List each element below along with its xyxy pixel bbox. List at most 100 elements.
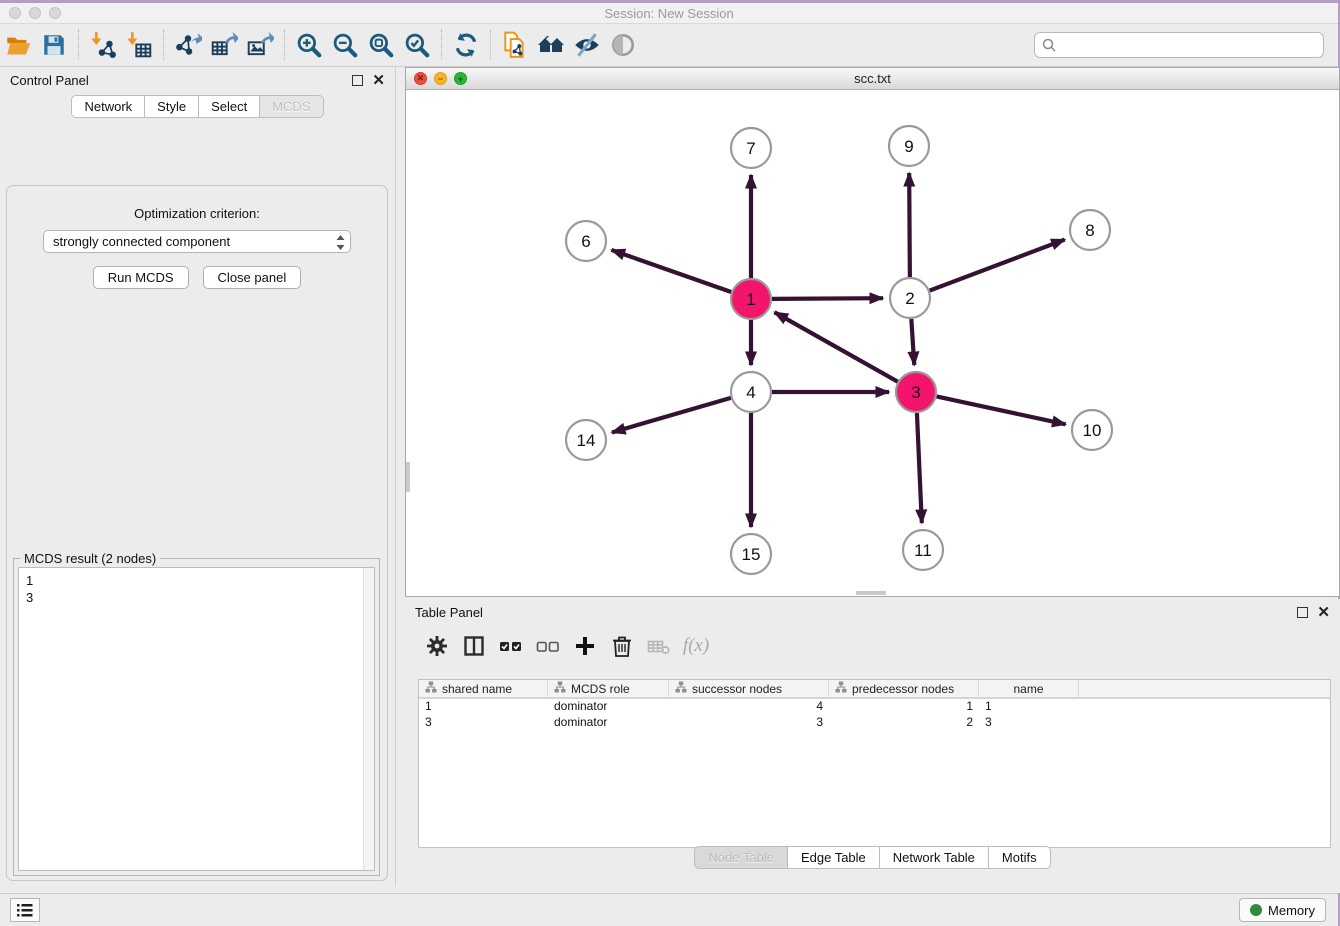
column-header-MCDS-role[interactable]: MCDS role bbox=[548, 680, 669, 697]
save-session-button[interactable] bbox=[36, 28, 72, 62]
search-input[interactable] bbox=[1061, 38, 1311, 53]
delete-column-button[interactable] bbox=[608, 633, 636, 659]
column-header-successor-nodes[interactable]: successor nodes bbox=[669, 680, 829, 697]
zoom-out-button[interactable] bbox=[327, 28, 363, 62]
import-network-icon bbox=[89, 31, 117, 59]
graph-edge-1-6[interactable] bbox=[611, 250, 731, 292]
column-header-label: MCDS role bbox=[571, 682, 630, 696]
close-panel-button-2[interactable]: Close panel bbox=[203, 266, 302, 289]
memory-status-icon bbox=[1250, 904, 1262, 916]
import-network-button[interactable] bbox=[85, 28, 121, 62]
show-all-button[interactable] bbox=[533, 28, 569, 62]
table-row[interactable]: 3dominator323 bbox=[419, 715, 1330, 731]
float-table-panel-button[interactable] bbox=[1297, 607, 1308, 618]
column-header-label: shared name bbox=[442, 682, 512, 696]
column-type-icon bbox=[554, 681, 566, 696]
select-all-button[interactable] bbox=[497, 633, 525, 659]
graph-edge-2-9[interactable] bbox=[909, 173, 910, 277]
table-cell[interactable]: dominator bbox=[548, 715, 669, 731]
table-tab-network-table[interactable]: Network Table bbox=[880, 846, 989, 869]
graph-edge-2-3[interactable] bbox=[911, 319, 914, 365]
import-table-button[interactable] bbox=[121, 28, 157, 62]
open-session-button[interactable] bbox=[0, 28, 36, 62]
graph-edge-3-11[interactable] bbox=[917, 413, 922, 523]
table-cell[interactable]: 1 bbox=[829, 699, 979, 715]
table-cell[interactable]: 4 bbox=[669, 699, 829, 715]
control-tab-mcds[interactable]: MCDS bbox=[260, 95, 323, 118]
table-cell[interactable]: dominator bbox=[548, 699, 669, 715]
criterion-dropdown[interactable]: strongly connected component bbox=[43, 230, 351, 253]
vertical-scrollbar-thumb[interactable] bbox=[406, 462, 410, 492]
toggle-visibility-button[interactable] bbox=[605, 28, 641, 62]
export-image-icon bbox=[246, 31, 274, 59]
close-table-panel-button[interactable]: ✕ bbox=[1317, 607, 1330, 618]
search-icon bbox=[1041, 37, 1057, 53]
graph-node-label-15: 15 bbox=[742, 545, 761, 564]
zoom-selected-button[interactable] bbox=[399, 28, 435, 62]
hide-selected-button[interactable] bbox=[569, 28, 605, 62]
table-tabs: Node TableEdge TableNetwork TableMotifs bbox=[405, 846, 1340, 869]
function-builder-button[interactable]: f(x) bbox=[682, 633, 710, 659]
table-cell[interactable]: 3 bbox=[419, 715, 548, 731]
table-tab-node-table[interactable]: Node Table bbox=[694, 846, 788, 869]
control-tab-network[interactable]: Network bbox=[71, 95, 145, 118]
table-cell[interactable]: 1 bbox=[979, 699, 1079, 715]
zoom-fit-button[interactable] bbox=[363, 28, 399, 62]
zoom-fit-icon bbox=[367, 31, 395, 59]
deselect-all-button[interactable] bbox=[534, 633, 562, 659]
control-tab-select[interactable]: Select bbox=[199, 95, 260, 118]
zoom-in-button[interactable] bbox=[291, 28, 327, 62]
graph-node-label-10: 10 bbox=[1083, 421, 1102, 440]
graph-edge-4-14[interactable] bbox=[612, 398, 731, 433]
column-header-predecessor-nodes[interactable]: predecessor nodes bbox=[829, 680, 979, 697]
table-cell[interactable]: 3 bbox=[669, 715, 829, 731]
graph-edge-3-10[interactable] bbox=[937, 396, 1066, 424]
float-panel-button[interactable] bbox=[352, 75, 363, 86]
table-settings-button[interactable] bbox=[423, 633, 451, 659]
network-window-titlebar[interactable]: ✕ − + scc.txt bbox=[406, 68, 1339, 90]
network-canvas[interactable]: 7968124314101511 bbox=[406, 90, 1339, 596]
graph-edge-1-2[interactable] bbox=[772, 298, 883, 299]
table-cell[interactable]: 2 bbox=[829, 715, 979, 731]
table-cell[interactable]: 3 bbox=[979, 715, 1079, 731]
table-tab-motifs[interactable]: Motifs bbox=[989, 846, 1051, 869]
column-panel-button[interactable] bbox=[460, 633, 488, 659]
columns-icon bbox=[462, 634, 486, 658]
window-title: Session: New Session bbox=[0, 6, 1338, 21]
memory-button[interactable]: Memory bbox=[1239, 898, 1326, 922]
export-table-button[interactable] bbox=[206, 28, 242, 62]
table-row[interactable]: 1dominator411 bbox=[419, 699, 1330, 715]
graph-node-label-14: 14 bbox=[577, 431, 596, 450]
graph-node-label-6: 6 bbox=[581, 232, 590, 251]
delete-table-button[interactable] bbox=[645, 633, 673, 659]
export-network-button[interactable] bbox=[170, 28, 206, 62]
column-header-shared-name[interactable]: shared name bbox=[419, 680, 548, 697]
plus-icon bbox=[573, 634, 597, 658]
run-mcds-button[interactable]: Run MCDS bbox=[93, 266, 189, 289]
export-table-icon bbox=[210, 31, 238, 59]
export-image-button[interactable] bbox=[242, 28, 278, 62]
close-panel-button[interactable]: ✕ bbox=[372, 75, 385, 86]
table-cell[interactable]: 1 bbox=[419, 699, 548, 715]
table-tab-edge-table[interactable]: Edge Table bbox=[788, 846, 880, 869]
column-header-name[interactable]: name bbox=[979, 680, 1079, 697]
search-field[interactable] bbox=[1034, 32, 1324, 58]
toolbar-separator bbox=[284, 30, 285, 60]
delete-table-icon bbox=[646, 634, 672, 658]
mcds-result-title: MCDS result (2 nodes) bbox=[20, 551, 160, 566]
refresh-button[interactable] bbox=[448, 28, 484, 62]
add-column-button[interactable] bbox=[571, 633, 599, 659]
column-header-label: name bbox=[1013, 682, 1043, 696]
checked-boxes-icon bbox=[498, 634, 524, 658]
graph-edge-3-1[interactable] bbox=[775, 312, 898, 381]
horizontal-scrollbar-thumb[interactable] bbox=[856, 591, 886, 595]
task-history-button[interactable] bbox=[10, 898, 40, 922]
duplicate-network-button[interactable] bbox=[497, 28, 533, 62]
result-scrollbar[interactable] bbox=[363, 568, 374, 870]
column-header-label: successor nodes bbox=[692, 682, 782, 696]
mcds-result-text[interactable]: 1 3 bbox=[19, 568, 363, 870]
graph-edge-2-8[interactable] bbox=[930, 240, 1065, 291]
graph-node-label-8: 8 bbox=[1085, 221, 1094, 240]
memory-label: Memory bbox=[1268, 903, 1315, 918]
control-tab-style[interactable]: Style bbox=[145, 95, 199, 118]
